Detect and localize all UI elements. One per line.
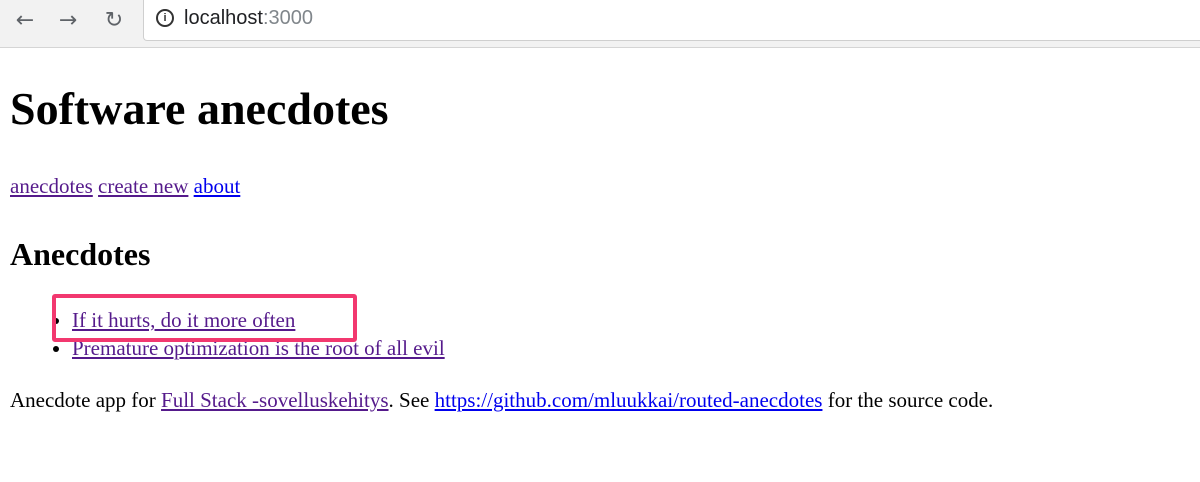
footer-text: Anecdote app for Full Stack -sovelluskeh… [10, 388, 993, 413]
browser-toolbar: ← → ↻ i localhost:3000 [0, 0, 1200, 48]
address-bar[interactable]: i localhost:3000 [143, 0, 1200, 41]
page-title: Software anecdotes [10, 83, 389, 134]
course-link[interactable]: Full Stack -sovelluskehitys [161, 388, 389, 412]
info-icon[interactable]: i [156, 9, 174, 27]
repo-link[interactable]: https://github.com/mluukkai/routed-anecd… [435, 388, 823, 412]
highlight-box [52, 294, 357, 342]
menu-link-about[interactable]: about [194, 174, 241, 198]
url-port: :3000 [262, 7, 313, 29]
main-menu: anecdotes create new about [10, 174, 240, 199]
footer-middle: . See [388, 388, 435, 412]
footer-suffix: for the source code. [822, 388, 994, 412]
footer-prefix: Anecdote app for [10, 388, 162, 412]
back-arrow-icon[interactable]: ← [12, 7, 38, 33]
menu-link-anecdotes[interactable]: anecdotes [10, 174, 93, 198]
url-text[interactable]: localhost:3000 [184, 7, 313, 30]
forward-arrow-icon[interactable]: → [55, 7, 81, 33]
url-host: localhost [184, 7, 263, 29]
menu-link-create-new[interactable]: create new [98, 174, 188, 198]
reload-icon[interactable]: ↻ [101, 7, 127, 33]
anecdotes-heading: Anecdotes [10, 236, 151, 272]
